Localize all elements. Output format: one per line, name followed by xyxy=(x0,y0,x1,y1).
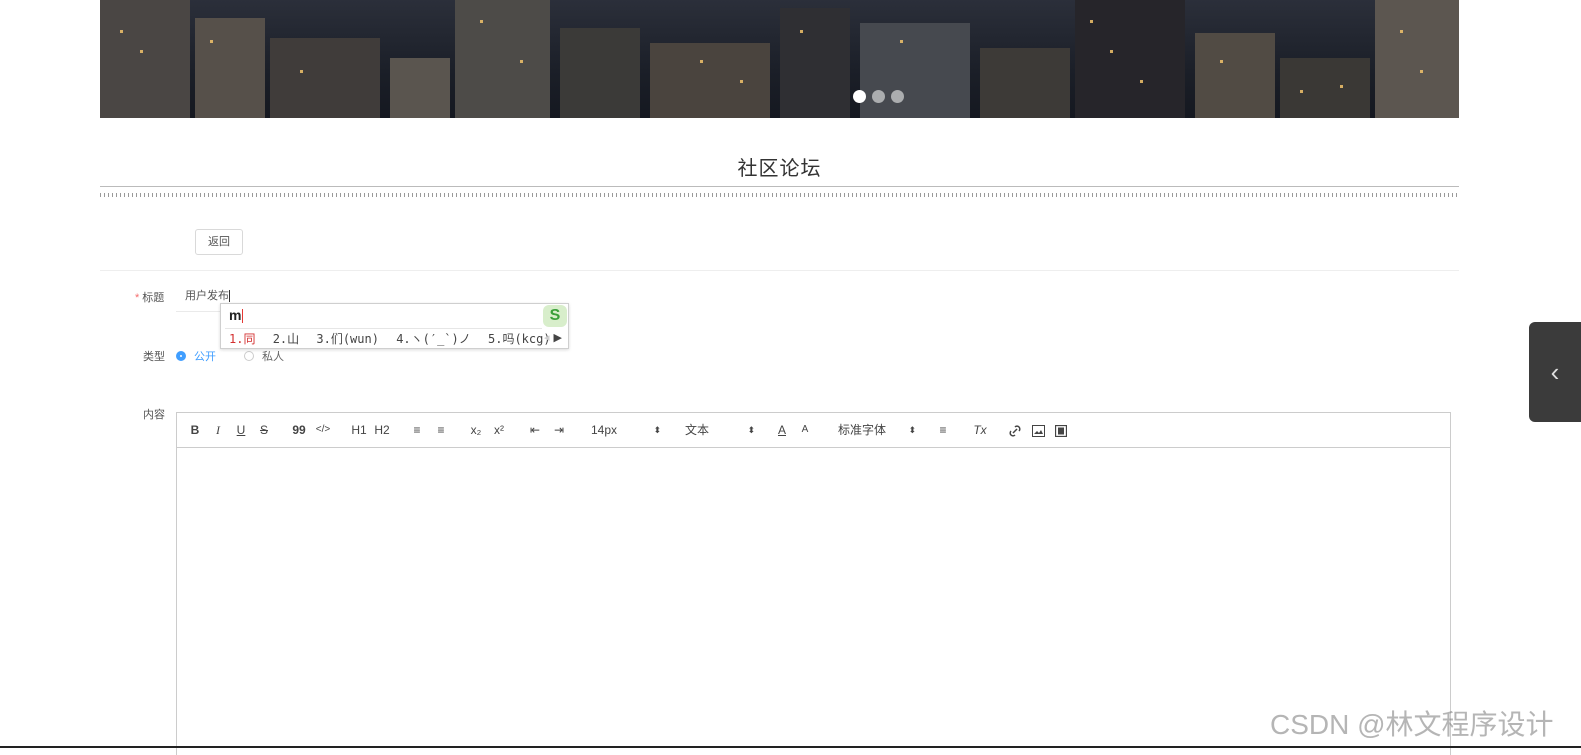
editor-content-area[interactable] xyxy=(177,448,1450,755)
image-icon[interactable] xyxy=(1029,413,1047,447)
bottom-border xyxy=(0,746,1581,748)
chevron-left-icon: ‹ xyxy=(1550,357,1560,387)
type-label: 类型 xyxy=(143,351,165,363)
link-icon[interactable] xyxy=(1006,413,1024,447)
next-page-icon: ▶ xyxy=(553,332,562,344)
ime-candidate-popup: m S 1.同 2.山 3.们(wun) 4.ヽ(′_`)ノ 5.吗(kcg) … xyxy=(220,303,569,349)
title-divider xyxy=(100,186,1459,198)
divider xyxy=(100,270,1459,271)
select-arrows-icon: ⬍ xyxy=(747,425,755,435)
ime-candidates: 1.同 2.山 3.们(wun) 4.ヽ(′_`)ノ 5.吗(kcg) xyxy=(229,330,561,347)
required-mark: * xyxy=(135,292,140,304)
carousel-dot[interactable] xyxy=(853,90,866,103)
select-arrows-icon: ⬍ xyxy=(653,425,661,435)
content-label: 内容 xyxy=(143,409,165,421)
radio-checked-icon xyxy=(176,351,186,361)
bullet-list-button[interactable]: ≡ xyxy=(432,413,450,447)
ime-candidate[interactable]: 1.同 xyxy=(229,332,255,346)
carousel-dot[interactable] xyxy=(891,90,904,103)
ordered-list-button[interactable]: ≡ xyxy=(408,413,426,447)
watermark: CSDN @林文程序设计 xyxy=(1270,709,1554,740)
ime-candidate[interactable]: 5.吗(kcg) xyxy=(488,332,551,346)
text-color-button[interactable]: A xyxy=(773,413,791,447)
align-button[interactable]: ≡ xyxy=(934,413,952,447)
underline-button[interactable]: U xyxy=(232,413,250,447)
ime-candidate[interactable]: 3.们(wun) xyxy=(316,332,379,346)
carousel-indicators xyxy=(853,90,904,103)
radio-public-label: 公开 xyxy=(194,351,216,363)
h2-button[interactable]: H2 xyxy=(372,413,392,447)
ime-candidate[interactable]: 2.山 xyxy=(273,332,299,346)
bold-button[interactable]: B xyxy=(186,413,204,447)
code-block-button[interactable]: </> xyxy=(314,413,332,447)
ime-page-nav[interactable]: ◂ ▶ xyxy=(544,331,562,344)
side-panel-toggle[interactable]: ‹ xyxy=(1529,322,1581,422)
carousel-dot[interactable] xyxy=(872,90,885,103)
prev-page-icon: ◂ xyxy=(544,332,550,344)
video-icon[interactable] xyxy=(1052,413,1070,447)
blockquote-button[interactable]: 99 xyxy=(290,413,308,447)
strike-button[interactable]: S xyxy=(255,413,273,447)
ime-composition: m xyxy=(229,307,244,324)
rich-text-editor: B I U S 99 </> H1 H2 ≡ ≡ x₂ x² ⇤ ⇥ 14px ⬍… xyxy=(176,412,1451,755)
title-label: * 标题 xyxy=(135,289,164,305)
page-title: 社区论坛 xyxy=(737,158,822,180)
editor-toolbar: B I U S 99 </> H1 H2 ≡ ≡ x₂ x² ⇤ ⇥ 14px ⬍… xyxy=(177,413,1450,448)
font-size-select[interactable]: 14px ⬍ xyxy=(591,413,661,447)
clean-format-button[interactable]: Tx xyxy=(971,413,989,447)
banner-carousel[interactable] xyxy=(100,0,1459,118)
italic-button[interactable]: I xyxy=(209,413,227,447)
ime-candidate[interactable]: 4.ヽ(′_`)ノ xyxy=(396,332,471,346)
radio-private-label: 私人 xyxy=(262,351,284,363)
header-select[interactable]: 文本 ⬍ xyxy=(685,413,755,447)
h1-button[interactable]: H1 xyxy=(349,413,369,447)
back-button[interactable]: 返回 xyxy=(195,229,243,255)
radio-public[interactable]: 公开 xyxy=(176,348,216,364)
text-caret xyxy=(229,290,230,303)
title-input-value: 用户发布 xyxy=(185,290,229,302)
ime-logo-icon: S xyxy=(543,305,567,327)
superscript-button[interactable]: x² xyxy=(490,413,508,447)
title-label-text: 标题 xyxy=(142,292,165,304)
select-arrows-icon: ⬍ xyxy=(908,425,916,435)
radio-private[interactable]: 私人 xyxy=(244,348,284,364)
outdent-button[interactable]: ⇤ xyxy=(526,413,544,447)
indent-button[interactable]: ⇥ xyxy=(550,413,568,447)
font-family-select[interactable]: 标准字体 ⬍ xyxy=(838,413,916,447)
subscript-button[interactable]: x₂ xyxy=(467,413,485,447)
radio-unchecked-icon xyxy=(244,351,254,361)
background-color-button[interactable]: A xyxy=(796,413,814,447)
